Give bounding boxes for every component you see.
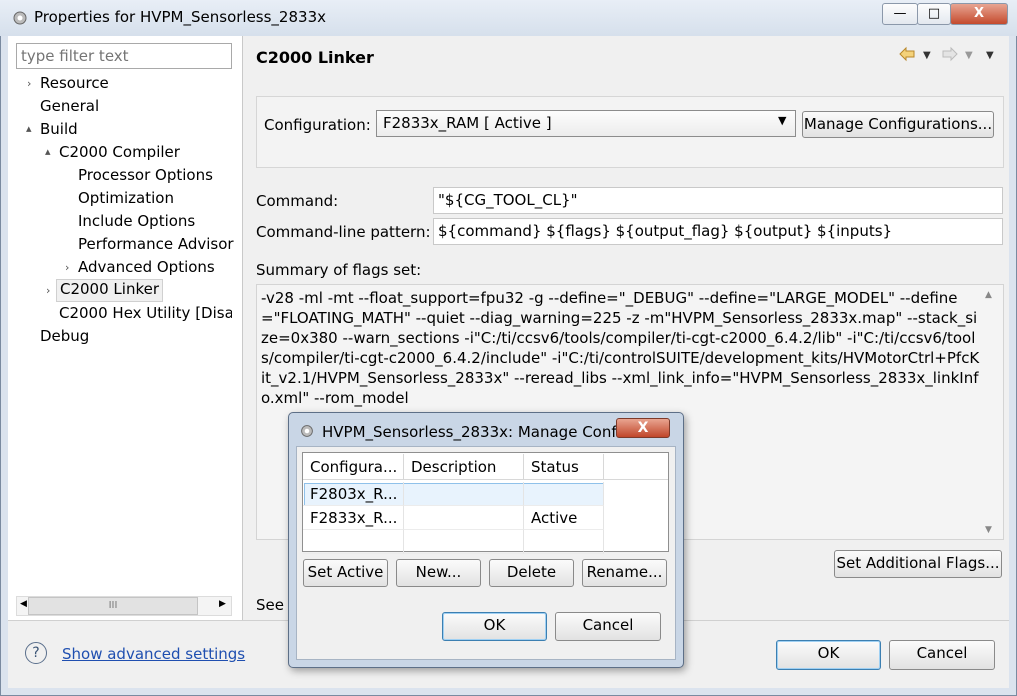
back-arrow-icon[interactable] bbox=[898, 46, 916, 62]
tree-item-c2000-linker[interactable]: C2000 Linker bbox=[56, 279, 163, 302]
table-cell-name[interactable]: F2803x_R... bbox=[303, 482, 404, 506]
delete-button[interactable]: Delete bbox=[489, 559, 574, 587]
pattern-label: Command-line pattern: bbox=[256, 223, 431, 241]
rename-button[interactable]: Rename... bbox=[582, 559, 667, 587]
dialog-cancel-button[interactable]: Cancel bbox=[555, 612, 661, 641]
dialog-close-button[interactable]: X bbox=[616, 418, 670, 438]
view-menu-icon[interactable]: ▼ bbox=[986, 50, 994, 61]
pattern-field[interactable]: ${command} ${flags} ${output_flag} ${out… bbox=[433, 218, 1003, 245]
ok-button[interactable]: OK bbox=[776, 640, 881, 670]
see-text: See bbox=[256, 596, 284, 614]
scroll-left-icon[interactable]: ◀ bbox=[20, 599, 27, 609]
scroll-down-icon[interactable]: ▼ bbox=[985, 525, 992, 535]
column-header-description[interactable]: Description bbox=[404, 454, 524, 480]
maximize-button[interactable]: □ bbox=[917, 3, 951, 25]
tree-item-performance-advisor[interactable]: Performance Advisor bbox=[78, 233, 234, 255]
chevron-down-icon[interactable]: ▼ bbox=[778, 114, 786, 127]
tree-item-build[interactable]: Build bbox=[40, 118, 78, 140]
tree-item-c2000-compiler[interactable]: C2000 Compiler bbox=[59, 141, 180, 163]
cancel-button[interactable]: Cancel bbox=[889, 640, 995, 670]
scroll-up-icon[interactable]: ▲ bbox=[985, 290, 992, 300]
column-header-status[interactable]: Status bbox=[524, 454, 604, 480]
tree-item-debug[interactable]: Debug bbox=[40, 325, 89, 347]
expand-arrow-icon[interactable]: › bbox=[27, 77, 31, 90]
table-cell-name[interactable]: F2833x_R... bbox=[303, 506, 404, 530]
set-additional-flags-button[interactable]: Set Additional Flags... bbox=[834, 550, 1002, 578]
column-header-configuration[interactable]: Configura... bbox=[303, 454, 404, 480]
table-cell-status[interactable] bbox=[524, 482, 604, 506]
expand-arrow-icon[interactable]: › bbox=[65, 261, 69, 274]
app-gear-icon bbox=[13, 11, 27, 25]
page-title: C2000 Linker bbox=[256, 48, 374, 67]
collapse-arrow-icon[interactable]: ▴ bbox=[45, 145, 51, 158]
configuration-select[interactable]: F2833x_RAM [ Active ] bbox=[376, 110, 796, 137]
window-title: Properties for HVPM_Sensorless_2833x bbox=[34, 8, 326, 26]
column-header-filler bbox=[604, 454, 668, 480]
dialog-gear-icon bbox=[301, 425, 313, 437]
tree-item-resource[interactable]: Resource bbox=[40, 72, 109, 94]
scroll-right-icon[interactable]: ▶ bbox=[219, 599, 226, 609]
scroll-thumb[interactable]: III bbox=[28, 597, 198, 615]
command-field[interactable]: "${CG_TOOL_CL}" bbox=[433, 187, 1003, 214]
manage-configurations-button[interactable]: Manage Configurations... bbox=[802, 111, 994, 138]
filter-input[interactable] bbox=[16, 43, 232, 69]
table-cell-empty bbox=[303, 530, 404, 554]
close-button[interactable]: X bbox=[950, 3, 1008, 25]
tree-item-general[interactable]: General bbox=[40, 95, 99, 117]
tree-item-optimization[interactable]: Optimization bbox=[78, 187, 174, 209]
table-cell-description[interactable] bbox=[404, 506, 524, 530]
back-menu-icon[interactable]: ▼ bbox=[923, 50, 931, 61]
collapse-arrow-icon[interactable]: ▴ bbox=[26, 122, 32, 135]
dialog-title: HVPM_Sensorless_2833x: Manage Conf... bbox=[322, 423, 630, 441]
tree-item-c2000-hex-utility[interactable]: C2000 Hex Utility [Disal bbox=[59, 302, 232, 324]
expand-arrow-icon[interactable]: › bbox=[46, 284, 50, 297]
table-cell-status[interactable]: Active bbox=[524, 506, 604, 530]
configuration-label: Configuration: bbox=[264, 116, 371, 134]
table-cell-empty bbox=[524, 530, 604, 554]
forward-menu-icon[interactable]: ▼ bbox=[965, 50, 973, 61]
tree-item-processor-options[interactable]: Processor Options bbox=[78, 164, 213, 186]
minimize-button[interactable]: — bbox=[882, 3, 918, 25]
help-icon[interactable]: ? bbox=[25, 642, 47, 664]
set-active-button[interactable]: Set Active bbox=[303, 559, 388, 587]
dialog-ok-button[interactable]: OK bbox=[442, 612, 547, 641]
tree-item-include-options[interactable]: Include Options bbox=[78, 210, 195, 232]
forward-arrow-icon[interactable] bbox=[941, 46, 959, 62]
table-cell-empty bbox=[404, 530, 524, 554]
table-cell-description[interactable] bbox=[404, 482, 524, 506]
summary-label: Summary of flags set: bbox=[256, 261, 422, 279]
tree-item-advanced-options[interactable]: Advanced Options bbox=[78, 256, 215, 278]
show-advanced-settings-link[interactable]: Show advanced settings bbox=[62, 645, 245, 663]
new-button[interactable]: New... bbox=[396, 559, 481, 587]
command-label: Command: bbox=[256, 192, 339, 210]
summary-text: -v28 -ml -mt --float_support=fpu32 -g --… bbox=[261, 289, 980, 407]
